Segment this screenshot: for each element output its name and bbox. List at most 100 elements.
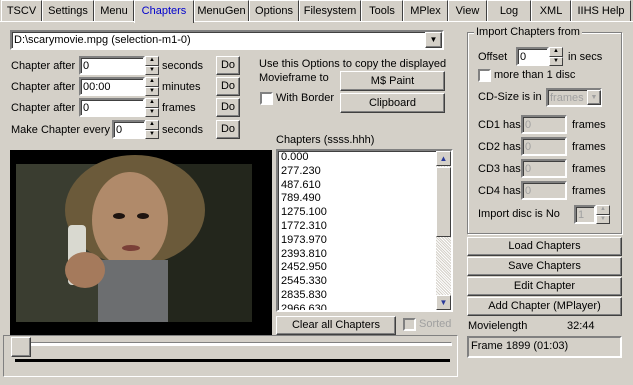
movielength-value: 32:44	[567, 320, 595, 332]
clipboard-button[interactable]: Clipboard	[340, 93, 445, 113]
do-every-button[interactable]: Do	[216, 120, 240, 139]
tab-iihs-help[interactable]: IIHS Help	[571, 0, 631, 21]
list-item[interactable]: 2393.810	[278, 248, 451, 262]
scroll-thumb[interactable]	[436, 167, 451, 237]
with-border-checkbox[interactable]	[260, 92, 273, 105]
copy-frame-caption-2: Movieframe to	[259, 72, 329, 84]
make-chapter-every-input[interactable]: 0	[112, 120, 146, 139]
seek-progress-bar	[15, 359, 450, 362]
add-chapter-button[interactable]: Add Chapter (MPlayer)	[467, 297, 622, 316]
clear-all-chapters-button[interactable]: Clear all Chapters	[276, 316, 396, 335]
tab-mplex[interactable]: MPlex	[403, 0, 448, 21]
chapter-after-minutes-input[interactable]: 00:00	[79, 77, 145, 96]
cd4-unit: frames	[572, 185, 606, 197]
list-item[interactable]: 2545.330	[278, 275, 451, 289]
paint-button[interactable]: M$ Paint	[340, 71, 445, 91]
copy-frame-caption-1: Use this Options to copy the displayed	[259, 58, 447, 70]
list-item[interactable]: 1275.100	[278, 206, 451, 220]
chapter-after-frames-label: Chapter after	[11, 102, 76, 114]
more-than-one-disc-checkbox[interactable]	[478, 69, 491, 82]
cd2-label: CD2 has	[478, 141, 521, 153]
offset-unit-label: in secs	[568, 51, 603, 63]
make-chapter-every-label: Make Chapter every	[11, 124, 111, 136]
list-item[interactable]: 1772.310	[278, 220, 451, 234]
seconds-label: seconds	[162, 60, 203, 72]
cd-size-chevron-down-icon[interactable]: ▼	[587, 90, 601, 105]
tab-xml[interactable]: XML	[531, 0, 571, 21]
frame-status: Frame 1899 (01:03)	[467, 336, 622, 358]
cd3-label: CD3 has	[478, 163, 521, 175]
tab-log[interactable]: Log	[487, 0, 531, 21]
import-disc-spinner[interactable]: ▲ ▼	[596, 205, 610, 224]
cd1-label: CD1 has	[478, 119, 521, 131]
do-seconds-button[interactable]: Do	[216, 56, 240, 75]
chapter-after-minutes-spinner[interactable]: ▲ ▼	[145, 77, 159, 96]
load-chapters-button[interactable]: Load Chapters	[467, 237, 622, 256]
cd3-unit: frames	[572, 163, 606, 175]
file-select[interactable]: D:\scarymovie.mpg (selection-m1-0)	[10, 30, 444, 50]
minutes-label: minutes	[162, 81, 201, 93]
chapter-after-minutes-label: Chapter after	[11, 81, 76, 93]
chapter-after-seconds-spinner[interactable]: ▲ ▼	[145, 56, 159, 75]
tab-tscv[interactable]: TSCV	[1, 0, 42, 21]
list-item[interactable]: 487.610	[278, 179, 451, 193]
list-item[interactable]: 277.230	[278, 165, 451, 179]
cd-size-label: CD-Size is in	[478, 91, 542, 103]
offset-spinner[interactable]: ▲ ▼	[549, 47, 563, 66]
tab-settings[interactable]: Settings	[42, 0, 94, 21]
chevron-down-icon[interactable]: ▼	[425, 32, 442, 48]
list-item[interactable]: 789.490	[278, 192, 451, 206]
movie-frame-image	[10, 150, 272, 335]
list-item[interactable]: 1973.970	[278, 234, 451, 248]
import-disc-input[interactable]: 1	[574, 205, 596, 224]
cd1-unit: frames	[572, 119, 606, 131]
scroll-down-icon[interactable]: ▼	[436, 295, 451, 310]
video-preview	[10, 150, 272, 335]
chapter-after-seconds-input[interactable]: 0	[79, 56, 145, 75]
tab-filesystem[interactable]: Filesystem	[299, 0, 361, 21]
tab-chapters[interactable]: Chapters	[134, 0, 194, 23]
seek-slider-thumb[interactable]	[11, 337, 31, 357]
tab-menugen[interactable]: MenuGen	[194, 0, 249, 21]
more-than-one-disc-label: more than 1 disc	[494, 69, 576, 81]
seek-slider-track[interactable]	[14, 342, 452, 346]
chapters-listbox[interactable]: 0.000 277.230 487.610 789.490 1275.100 1…	[276, 149, 453, 312]
do-minutes-button[interactable]: Do	[216, 77, 240, 96]
scroll-up-icon[interactable]: ▲	[436, 151, 451, 166]
offset-label: Offset	[478, 51, 508, 63]
with-border-label: With Border	[276, 92, 335, 104]
tab-options[interactable]: Options	[249, 0, 299, 21]
chapter-after-frames-input[interactable]: 0	[79, 98, 145, 117]
cd4-input[interactable]: 0	[521, 181, 567, 200]
import-group-title: Import Chapters from	[474, 26, 582, 38]
file-select-value: D:\scarymovie.mpg (selection-m1-0)	[14, 34, 191, 46]
seconds-every-label: seconds	[162, 124, 203, 136]
frames-label: frames	[162, 102, 196, 114]
do-frames-button[interactable]: Do	[216, 98, 240, 117]
chapters-scrollbar[interactable]: ▲ ▼	[436, 151, 451, 310]
chapters-list-title: Chapters (ssss.hhh)	[276, 134, 375, 146]
list-item[interactable]: 2966.630	[278, 303, 451, 310]
cd2-unit: frames	[572, 141, 606, 153]
sorted-label: Sorted	[419, 318, 452, 330]
movielength-label: Movielength	[468, 320, 528, 332]
list-item[interactable]: 2835.830	[278, 289, 451, 303]
cd4-label: CD4 has	[478, 185, 521, 197]
list-item[interactable]: 2452.950	[278, 261, 451, 275]
cd1-input[interactable]: 0	[521, 115, 567, 134]
cd3-input[interactable]: 0	[521, 159, 567, 178]
edit-chapter-button[interactable]: Edit Chapter	[467, 277, 622, 296]
tab-view[interactable]: View	[448, 0, 487, 21]
offset-input[interactable]: 0	[516, 47, 549, 66]
sorted-checkbox[interactable]	[403, 318, 416, 331]
save-chapters-button[interactable]: Save Chapters	[467, 257, 622, 276]
chapter-after-frames-spinner[interactable]: ▲ ▼	[145, 98, 159, 117]
list-item[interactable]: 0.000	[278, 151, 451, 165]
tab-bar: TSCV Settings Menu Chapters MenuGen Opti…	[0, 0, 633, 23]
tab-tools[interactable]: Tools	[361, 0, 403, 21]
chapter-after-seconds-label: Chapter after	[11, 60, 76, 72]
import-disc-label: Import disc is No	[478, 208, 560, 220]
cd2-input[interactable]: 0	[521, 137, 567, 156]
tab-menu[interactable]: Menu	[94, 0, 134, 21]
make-chapter-every-spinner[interactable]: ▲ ▼	[145, 120, 159, 139]
